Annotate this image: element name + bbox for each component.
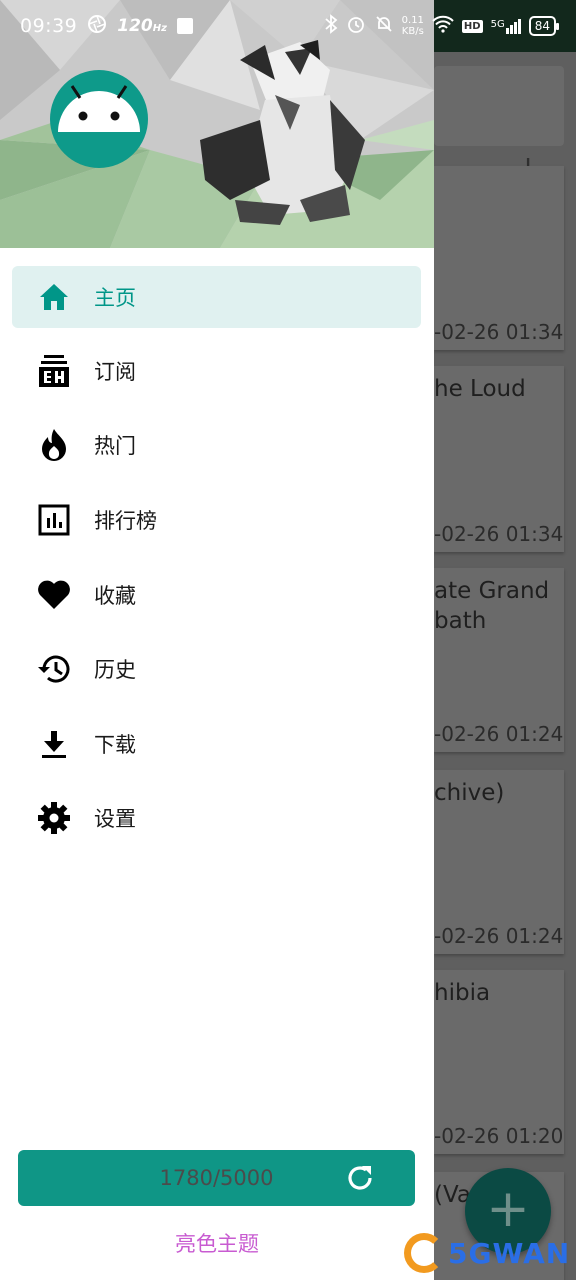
- menu-item-label: 热门: [94, 434, 136, 458]
- menu-item-label: 收藏: [94, 584, 136, 608]
- refresh-rate: 120Hz: [117, 16, 167, 36]
- gallery-card: -02-26 01:34: [434, 166, 564, 350]
- aperture-icon: [87, 14, 107, 39]
- menu-item-home[interactable]: 主页: [12, 266, 421, 328]
- user-avatar[interactable]: [50, 70, 148, 168]
- subscribe-eh-icon: [34, 351, 74, 391]
- menu-item-leaderboard[interactable]: 排行榜: [12, 489, 421, 551]
- history-icon: [34, 649, 74, 689]
- light-theme-toggle[interactable]: 亮色主题: [0, 1228, 434, 1258]
- menu-item-subscriptions[interactable]: 订阅: [12, 340, 421, 402]
- navigation-drawer: 主页 订阅 热门 排行榜 收藏 历史 下载 设置 1780/5000 亮色主题: [0, 0, 434, 1280]
- site-watermark-logo: 5GWAN: [404, 1228, 576, 1278]
- gallery-card: ate Grand bath -02-26 01:24: [434, 568, 564, 752]
- menu-item-history[interactable]: 历史: [12, 638, 421, 700]
- menu-item-label: 历史: [94, 658, 136, 682]
- menu-item-label: 下载: [94, 733, 136, 757]
- download-icon: [34, 724, 74, 764]
- gallery-card: hibia -02-26 01:20: [434, 970, 564, 1154]
- menu-item-settings[interactable]: 设置: [12, 787, 421, 849]
- app-notification-icon: [176, 18, 193, 34]
- bluetooth-icon: [324, 14, 338, 38]
- hd-badge: HD: [461, 19, 483, 33]
- fire-icon: [34, 425, 74, 465]
- menu-item-favorites[interactable]: 收藏: [12, 564, 421, 626]
- background-app-content: + -02-26 01:34 he Loud -02-26 01:34 ate …: [434, 0, 576, 1280]
- status-time: 09:39: [20, 15, 78, 37]
- android-robot-icon: [58, 85, 140, 132]
- refresh-icon[interactable]: [345, 1163, 375, 1193]
- background-search-bar: +: [434, 66, 564, 200]
- menu-item-label: 设置: [94, 807, 136, 831]
- menu-item-downloads[interactable]: 下载: [12, 713, 421, 775]
- menu-item-label: 主页: [94, 286, 136, 310]
- watermark-ring-icon: [404, 1233, 444, 1273]
- battery-indicator: 84: [528, 16, 560, 36]
- status-bar: 09:39 120Hz 0.11 KB/s HD 5G 84: [0, 0, 576, 52]
- heart-icon: [34, 575, 74, 615]
- alarm-icon: [346, 14, 366, 38]
- signal-icon: 5G: [491, 18, 521, 34]
- gallery-card: he Loud -02-26 01:34: [434, 366, 564, 552]
- image-quota-bar[interactable]: 1780/5000: [18, 1150, 415, 1206]
- wifi-icon: [432, 15, 454, 37]
- net-speed: 0.11 KB/s: [401, 15, 424, 37]
- menu-item-label: 排行榜: [94, 509, 157, 533]
- gallery-card: chive) -02-26 01:24: [434, 770, 564, 954]
- home-icon: [34, 277, 74, 317]
- menu-item-label: 订阅: [94, 360, 136, 384]
- menu-item-popular[interactable]: 热门: [12, 414, 421, 476]
- settings-icon: [34, 798, 74, 838]
- mute-bell-icon: [374, 14, 394, 38]
- bar-chart-icon: [34, 500, 74, 540]
